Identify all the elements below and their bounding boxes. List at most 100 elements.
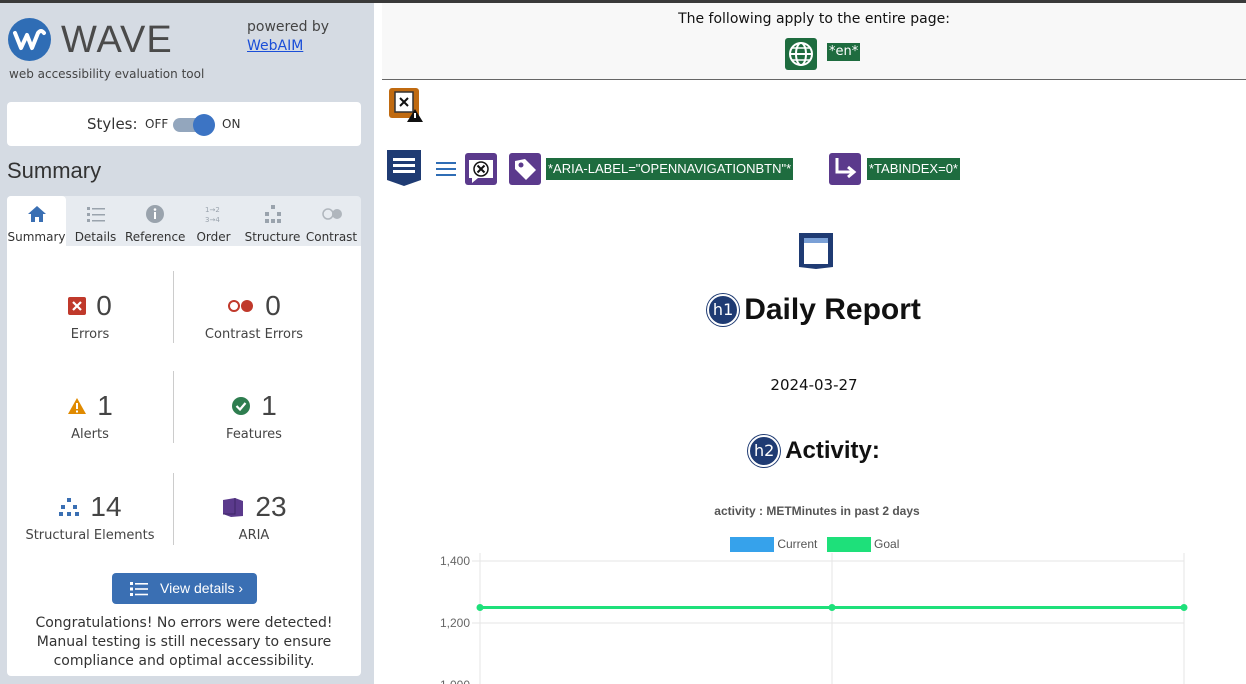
contrast-errors-count: 0: [265, 290, 281, 321]
alerts-stat[interactable]: 1 Alerts: [7, 390, 173, 442]
aria-label: ARIA: [238, 528, 270, 543]
data-point-goal: [476, 604, 484, 611]
page-wide-notice-text: The following apply to the entire page:: [678, 11, 950, 27]
data-point-goal: [1180, 604, 1188, 611]
page-wide-notice: The following apply to the entire page: …: [382, 3, 1246, 80]
page-heading-h1: h1 Daily Report: [382, 293, 1246, 327]
tab-reference-label: Reference: [125, 230, 186, 244]
contrast-errors-stat[interactable]: 0 Contrast Errors: [173, 290, 335, 342]
styles-on-label: ON: [222, 117, 241, 131]
activity-line-chart: 1,400 1,200 1,000: [440, 553, 1188, 684]
language-globe-icon[interactable]: [785, 38, 817, 70]
structure-icon: [59, 498, 80, 516]
wave-tabs: Summary Details Reference 1→2 3→4 Order S…: [7, 196, 361, 246]
aria-label-tag-icon[interactable]: [508, 152, 542, 186]
error-icon: [68, 297, 87, 315]
y-tick-label: 1,400: [440, 554, 470, 568]
summary-panel: 0 Errors 0 Contrast Errors 1 Alerts 1 Fe…: [7, 246, 361, 676]
wave-sidebar: WAVE web accessibility evaluation tool p…: [0, 3, 374, 684]
powered-by-label: powered by: [247, 19, 330, 35]
structure-icon: [264, 205, 281, 223]
tab-order-label: Order: [196, 230, 231, 244]
page-title: Daily Report: [744, 293, 921, 326]
header-region-icon[interactable]: [798, 232, 834, 270]
activity-heading-h2: h2 Activity:: [382, 435, 1246, 467]
data-point-goal: [828, 604, 836, 611]
hamburger-menu-icon[interactable]: [436, 161, 456, 177]
aria-label-tag: *ARIA-LABEL="OPENNAVIGATIONBTN"*: [546, 158, 794, 180]
contrast-icon: [321, 208, 342, 220]
structural-label: Structural Elements: [25, 528, 155, 543]
activity-heading: Activity:: [785, 437, 880, 464]
legend-swatch-goal: [826, 537, 871, 553]
aria-cube-icon: [223, 498, 244, 517]
powered-by: powered by WebAIM: [247, 18, 329, 56]
summary-heading: Summary: [7, 158, 102, 183]
h2-badge[interactable]: h2: [748, 435, 781, 467]
view-details-label: View details ›: [160, 580, 244, 596]
features-stat[interactable]: 1 Features: [173, 390, 335, 442]
language-tag: *en*: [827, 43, 861, 61]
svg-text:1→2: 1→2: [205, 206, 220, 214]
legend-label-goal: Goal: [874, 537, 900, 551]
wave-tagline: web accessibility evaluation tool: [9, 67, 205, 81]
tabindex-icon[interactable]: [828, 152, 862, 186]
list-icon: [130, 582, 148, 596]
tab-reference[interactable]: Reference: [125, 196, 186, 246]
home-icon: [27, 206, 46, 222]
tab-order[interactable]: 1→2 3→4 Order: [184, 196, 243, 246]
legend-label-current: Current: [777, 537, 818, 551]
svg-text:3→4: 3→4: [205, 216, 220, 224]
contrast-error-icon: [228, 300, 254, 312]
view-details-button[interactable]: View details ›: [112, 573, 257, 604]
errors-label: Errors: [70, 327, 110, 342]
alert-noscript-icon[interactable]: [388, 87, 423, 122]
list-icon: [86, 207, 105, 222]
tab-summary[interactable]: Summary: [7, 196, 66, 246]
tab-structure[interactable]: Structure: [243, 196, 302, 246]
tab-details-label: Details: [74, 230, 117, 244]
contrast-errors-label: Contrast Errors: [204, 327, 304, 342]
legend-current[interactable]: Current: [730, 537, 818, 553]
styles-label: Styles:: [87, 115, 138, 133]
alert-icon: [68, 398, 87, 414]
tab-summary-label: Summary: [7, 230, 66, 244]
features-count: 1: [261, 390, 277, 421]
structural-stat[interactable]: 14 Structural Elements: [7, 491, 173, 543]
alerts-label: Alerts: [71, 427, 109, 442]
y-tick-label: 1,000: [440, 678, 470, 684]
tabindex-tag: *TABINDEX=0*: [867, 158, 960, 180]
tab-contrast-label: Contrast: [305, 230, 358, 244]
wave-logo-icon: [8, 18, 51, 61]
legend-goal[interactable]: Goal: [826, 537, 900, 553]
congrats-message: Congratulations! No errors were detected…: [35, 615, 333, 669]
alerts-count: 1: [97, 390, 113, 421]
styles-off-label: OFF: [145, 117, 169, 131]
empty-button-alert-icon[interactable]: [464, 152, 498, 186]
aria-stat[interactable]: 23 ARIA: [173, 491, 335, 543]
h1-badge[interactable]: h1: [707, 294, 740, 326]
info-icon: [145, 205, 164, 223]
chart-legend: Current Goal: [730, 537, 905, 553]
report-date: 2024-03-27: [770, 376, 858, 394]
webaim-link[interactable]: WebAIM: [247, 38, 303, 54]
errors-stat[interactable]: 0 Errors: [7, 290, 173, 342]
chart-title: activity : METMinutes in past 2 days: [714, 504, 920, 518]
y-tick-label: 1,200: [440, 616, 470, 630]
wave-logo-word: WAVE: [61, 19, 173, 61]
tab-contrast[interactable]: Contrast: [302, 196, 361, 246]
aria-count: 23: [255, 491, 287, 522]
legend-swatch-current: [730, 537, 774, 553]
structural-count: 14: [90, 491, 122, 522]
styles-toggle-knob[interactable]: [193, 114, 215, 136]
order-icon: 1→23→4: [205, 206, 220, 224]
nav-annotations: *ARIA-LABEL="OPENNAVIGATIONBTN"* *TABIND…: [386, 149, 1246, 189]
errors-count: 0: [96, 290, 112, 321]
tab-structure-label: Structure: [244, 230, 301, 244]
header-region-icon[interactable]: [386, 149, 422, 187]
feature-check-icon: [232, 397, 251, 415]
styles-toggle-box: Styles: OFF ON: [7, 102, 361, 146]
tab-details[interactable]: Details: [66, 196, 125, 246]
features-label: Features: [226, 427, 282, 442]
page-content: The following apply to the entire page: …: [382, 3, 1246, 684]
